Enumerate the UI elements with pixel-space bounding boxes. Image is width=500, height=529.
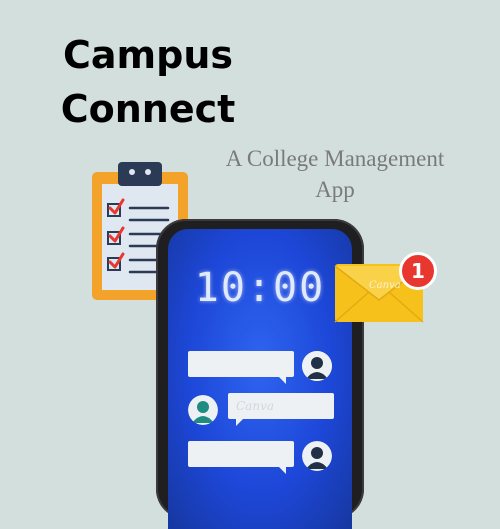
clock-display: 10:00 bbox=[194, 265, 326, 311]
app-title: Campus Connect bbox=[0, 28, 296, 136]
notification-badge: 1 bbox=[399, 252, 437, 290]
envelope-watermark: Canva bbox=[369, 280, 401, 291]
app-subtitle-line-1: A College Management bbox=[225, 146, 445, 171]
envelope-icon: Canva 1 bbox=[333, 252, 441, 329]
app-title-line-1: Campus bbox=[63, 33, 233, 77]
user-avatar-icon bbox=[302, 351, 332, 381]
app-subtitle: A College Management App bbox=[205, 143, 465, 205]
chat-bubble: Canva bbox=[228, 393, 334, 426]
phone-screen: 10:00 Canva bbox=[168, 229, 352, 529]
user-avatar-icon bbox=[302, 441, 332, 471]
chat-bubble bbox=[188, 441, 294, 474]
app-title-line-2: Connect bbox=[60, 87, 236, 131]
chat-bubble bbox=[188, 351, 294, 384]
user-avatar-icon bbox=[188, 395, 218, 425]
app-subtitle-line-2: App bbox=[315, 177, 355, 202]
